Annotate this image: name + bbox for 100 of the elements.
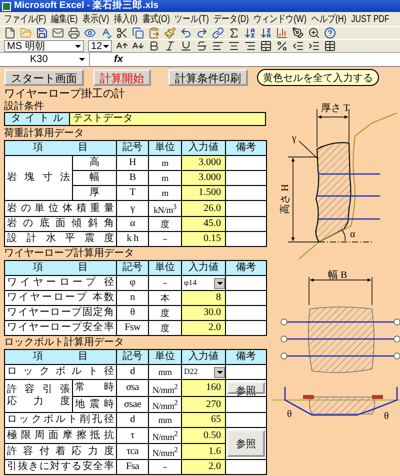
align-left-icon[interactable] <box>212 40 224 52</box>
sum-icon[interactable] <box>228 27 240 39</box>
percent-icon[interactable] <box>276 40 288 52</box>
align-right-icon[interactable] <box>244 40 256 52</box>
copy-icon[interactable] <box>132 27 144 39</box>
column-header: 記号 <box>116 140 148 156</box>
strikethrough-icon[interactable] <box>196 40 208 52</box>
sheet-button[interactable]: スタート画面 <box>4 69 84 86</box>
menu-item[interactable]: 表示(V) <box>80 12 112 26</box>
row-label: 許容引張 <box>6 384 71 396</box>
rope-line <box>318 218 380 220</box>
row-label: 岩塊寸法 <box>6 172 71 184</box>
input-cell[interactable]: 1.6 <box>182 444 226 460</box>
spellcheck-icon[interactable] <box>100 27 112 39</box>
unit-text: 本 <box>160 292 170 304</box>
redo-icon[interactable] <box>196 27 208 39</box>
menu-item[interactable]: ウィンドウ(W) <box>251 12 309 26</box>
printer-icon[interactable] <box>68 27 80 39</box>
input-cell[interactable]: 0.15 <box>182 232 226 246</box>
cut-icon[interactable] <box>116 27 128 39</box>
input-cell[interactable]: 1.500 <box>182 186 226 200</box>
unit-text: N/mm$^{2}$ <box>151 397 179 412</box>
input-cell[interactable]: 45.0 <box>182 216 226 232</box>
font-size-field[interactable]: 12 <box>88 40 112 52</box>
input-cell[interactable]: 26.0 <box>182 200 226 216</box>
menu-item[interactable]: 挿入(I) <box>112 12 140 26</box>
new-document-icon[interactable] <box>4 27 16 39</box>
symbol-text: σsa <box>125 382 140 394</box>
row-label: 岩の単位体積重量 <box>6 202 115 214</box>
input-cell[interactable]: 0.50 <box>182 428 226 444</box>
section-heading: ロックボルト計算用データ <box>4 337 125 349</box>
save-icon[interactable] <box>36 27 48 39</box>
undo-icon[interactable] <box>180 27 192 39</box>
unit-text: m <box>160 187 170 199</box>
sort-descending-icon[interactable] <box>260 27 272 39</box>
row-sublabel: 地震時 <box>74 398 115 410</box>
input-cell[interactable]: 8 <box>182 290 226 306</box>
unit-text: － <box>160 461 170 473</box>
input-cell[interactable]: 2.0 <box>182 320 226 336</box>
underline-icon[interactable] <box>180 40 192 52</box>
indent-decrease-icon[interactable] <box>292 40 304 52</box>
rope-line <box>316 195 380 197</box>
drawing-icon[interactable] <box>292 27 304 39</box>
column-header: 単位 <box>148 260 182 276</box>
reference-button[interactable]: 参照 <box>227 382 265 394</box>
input-cell[interactable]: 2.0 <box>182 460 226 474</box>
symbol-text: n <box>129 292 136 304</box>
unit-text: 度 <box>160 218 170 230</box>
menu-item[interactable]: ツール(T) <box>172 12 212 26</box>
row-label: ワイヤーロープ安全率 <box>6 322 115 334</box>
menu-item[interactable]: データ(D) <box>211 12 252 26</box>
chart-icon[interactable] <box>276 27 288 39</box>
input-cell[interactable]: 3.000 <box>182 156 226 170</box>
sheet-button[interactable]: 黄色セルを全て入力する <box>257 69 379 86</box>
row-label: ワイヤーロープ固定角 <box>6 307 115 319</box>
input-cell[interactable]: 30.0 <box>182 306 226 320</box>
link-icon[interactable] <box>212 27 224 39</box>
row-label: ワイヤーロープ 径 <box>6 277 115 289</box>
menu-item[interactable]: 書式(O) <box>140 12 172 26</box>
italic-icon[interactable] <box>164 40 176 52</box>
column-header: 項目 <box>4 350 116 364</box>
angle-arc <box>342 230 346 242</box>
leader-line <box>298 140 318 160</box>
paste-icon[interactable] <box>148 27 160 39</box>
sort-ascending-icon[interactable] <box>244 27 256 39</box>
row-label: ワイヤーロープ 本数 <box>6 292 115 304</box>
symbol-text: σsae <box>123 398 142 410</box>
indent-increase-icon[interactable] <box>308 40 320 52</box>
help-icon[interactable] <box>324 27 336 39</box>
height-label: 高さ H <box>280 184 291 214</box>
section-heading: ワイヤーロープ計算用データ <box>4 248 135 260</box>
excel-icon <box>2 2 11 10</box>
menu-item[interactable]: 編集(E) <box>48 12 80 26</box>
row-label: 許容付着応力度 <box>6 446 115 458</box>
reference-button[interactable]: 参照 <box>227 430 265 457</box>
preview-icon[interactable] <box>84 27 96 39</box>
input-cell[interactable]: 3.000 <box>182 170 226 186</box>
sheet-button[interactable]: 計算条件印刷 <box>168 69 248 86</box>
input-cell[interactable]: 65 <box>182 412 226 428</box>
input-cell[interactable]: 160 <box>182 380 226 396</box>
section-heading: 荷重計算用データ <box>4 128 85 140</box>
menu-item[interactable]: JUST PDF <box>348 14 392 24</box>
borders-icon[interactable] <box>324 40 336 52</box>
dropdown-button[interactable] <box>214 366 225 378</box>
font-field[interactable]: MS 明朝 <box>4 40 84 52</box>
angle-label: θ <box>287 409 292 420</box>
zoom-icon[interactable] <box>308 27 320 39</box>
mail-icon[interactable] <box>52 27 64 39</box>
merge-cells-icon[interactable] <box>260 40 272 52</box>
symbol-text: H <box>128 157 137 169</box>
menu-item[interactable]: ヘルプ(H) <box>308 12 349 26</box>
align-center-icon[interactable] <box>228 40 240 52</box>
function-icon[interactable]: fx <box>114 54 123 65</box>
brush-icon[interactable] <box>164 27 176 39</box>
bold-icon[interactable] <box>148 40 160 52</box>
dropdown-button[interactable] <box>214 278 225 288</box>
input-cell[interactable]: 270 <box>182 396 226 412</box>
row-label: ロックボルト削孔径 <box>6 414 115 426</box>
menu-item[interactable]: ファイル(F) <box>2 12 49 26</box>
row-label: 応力度 <box>6 396 71 408</box>
